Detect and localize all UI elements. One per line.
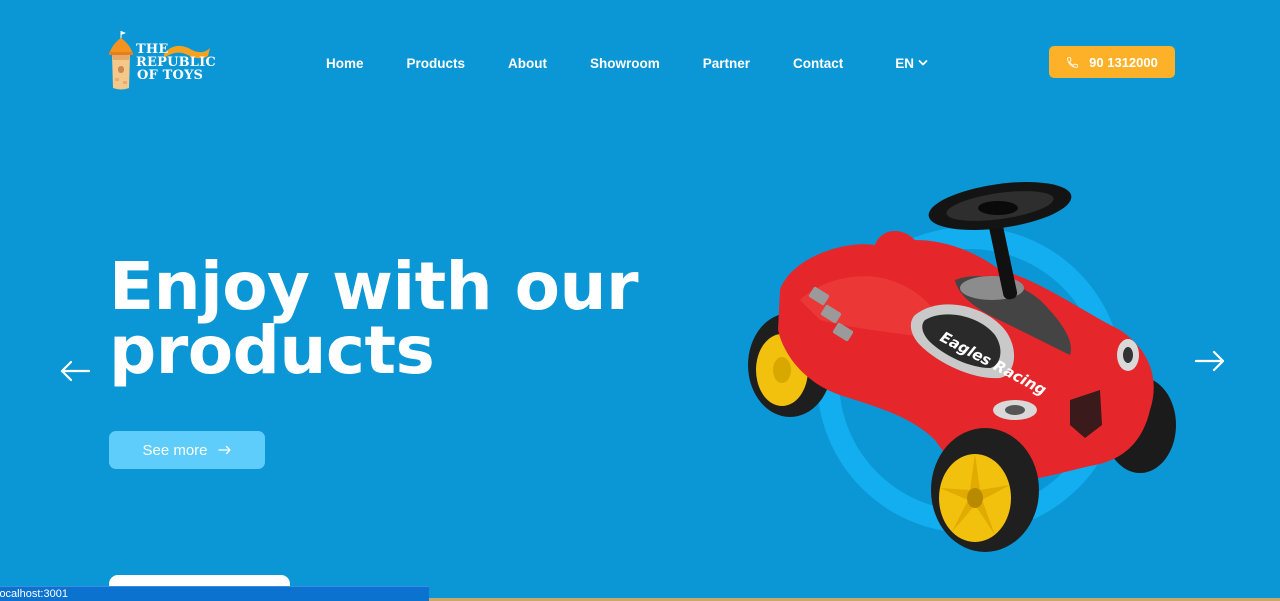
brand-name: THE REPUBLIC OF TOYS: [136, 43, 216, 82]
hero-title-line2: products: [109, 312, 435, 389]
nav-showroom[interactable]: Showroom: [590, 56, 660, 71]
see-more-label: See more: [142, 441, 208, 459]
hero-product-image: Eagles Racing: [748, 182, 1176, 552]
brand-logo[interactable]: THE REPUBLIC OF TOYS: [106, 30, 216, 92]
phone-button[interactable]: 90 1312000: [1049, 46, 1175, 78]
nav-home[interactable]: Home: [326, 56, 364, 71]
arrow-right-icon: [217, 445, 231, 455]
phone-icon: [1067, 56, 1078, 68]
nav-products[interactable]: Products: [407, 56, 466, 71]
carousel-next-button[interactable]: [1193, 349, 1227, 373]
main-nav: Home Products About Showroom Partner Con…: [326, 54, 928, 72]
carousel-prev-button[interactable]: [58, 359, 92, 383]
hero-title-line1: Enjoy with our: [109, 248, 639, 325]
status-bar-text: localhost:3001: [0, 588, 68, 600]
nav-partner[interactable]: Partner: [703, 56, 750, 71]
browser-status-bar: localhost:3001: [0, 586, 429, 601]
arrow-right-icon: [1194, 350, 1225, 372]
phone-number: 90 1312000: [1089, 54, 1158, 70]
castle-tower-icon: [109, 31, 133, 90]
nav-contact[interactable]: Contact: [793, 56, 843, 71]
wheel-front: [931, 428, 1039, 552]
hero-title: Enjoy with our products: [109, 248, 669, 389]
see-more-button[interactable]: See more: [109, 431, 265, 469]
language-selector[interactable]: EN: [895, 56, 928, 71]
chevron-down-icon: [918, 60, 928, 66]
nav-about[interactable]: About: [508, 56, 547, 71]
arrow-left-icon: [60, 360, 91, 382]
brand-name-line3: OF TOYS: [137, 68, 204, 83]
language-label: EN: [895, 55, 915, 71]
